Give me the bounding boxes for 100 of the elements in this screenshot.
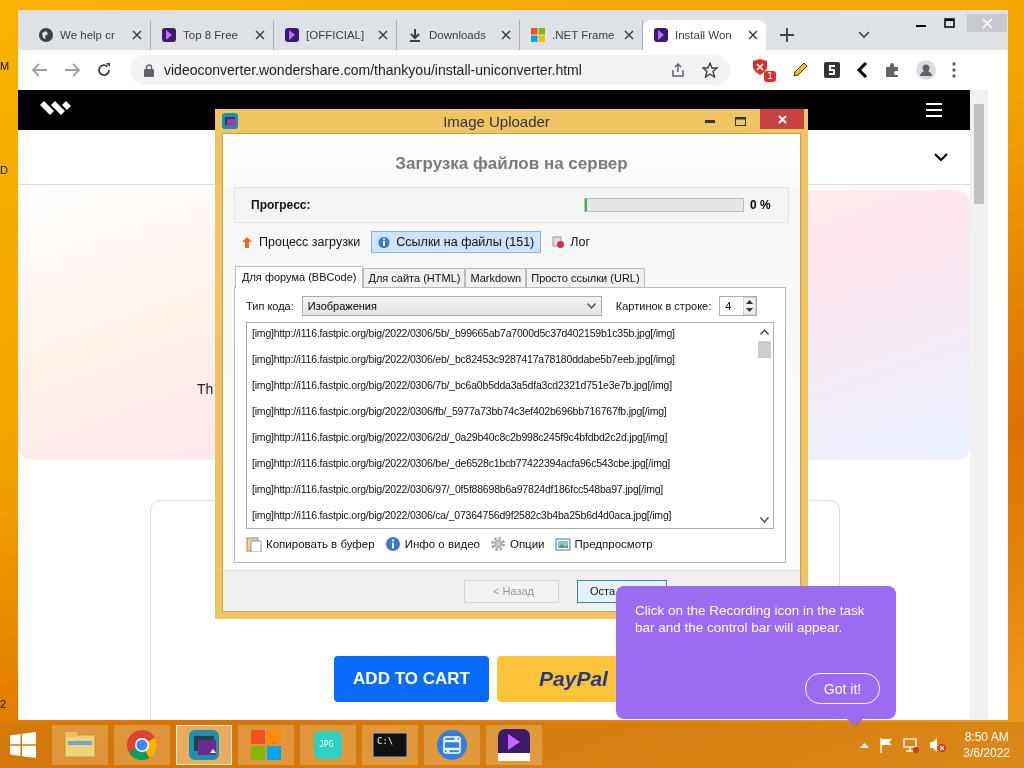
share-icon[interactable]: [670, 62, 686, 78]
dialog-heading: Загрузка файлов на сервер: [394, 153, 629, 175]
tab[interactable]: Просто ссылки (URL): [526, 268, 645, 287]
log-icon: [552, 235, 565, 249]
chrome-icon: [124, 727, 160, 763]
got-it-button[interactable]: Got it!: [805, 673, 880, 704]
menu-icon[interactable]: [926, 103, 942, 117]
minimize-icon[interactable]: [705, 119, 715, 123]
tooltip-text: Click on the Recording icon in the task bar and the control bar will appear.: [635, 602, 866, 636]
info-icon: [378, 235, 391, 249]
tab-title: Downloads: [429, 29, 487, 41]
close-icon: [777, 114, 787, 124]
clock-date: 3/6/2022: [963, 745, 1010, 761]
speaker-muted-icon[interactable]: [929, 737, 948, 753]
taskbar-button[interactable]: [486, 725, 542, 765]
app-icon: [222, 113, 238, 129]
profile-icon[interactable]: [916, 60, 936, 80]
maximize-icon[interactable]: [944, 18, 955, 28]
tab[interactable]: Markdown: [465, 268, 527, 287]
tab[interactable]: Для форума (BBCode): [235, 266, 364, 288]
maximize-icon[interactable]: [735, 116, 746, 126]
links-textbox[interactable]: [246, 322, 774, 529]
toolbar-button[interactable]: Опции: [489, 536, 545, 552]
flag-icon[interactable]: [879, 737, 894, 753]
toolbar-button[interactable]: Предпросмотр: [554, 536, 653, 552]
star-icon[interactable]: [702, 62, 718, 78]
picture-icon: [554, 536, 571, 552]
spin-arrows-icon: [743, 297, 757, 315]
close-icon[interactable]: [255, 30, 265, 40]
close-icon: [981, 17, 993, 29]
close-icon[interactable]: [132, 30, 142, 40]
link-line: [img]http://i116.fastpic.org/big/2022/0306/ca/_07364756d9f2582c3b4ba25b6d4d0aca.jpg[/img]: [252, 508, 673, 523]
converter-app-icon: [496, 727, 532, 763]
tiles-icon: [248, 727, 284, 763]
scroll-up-icon[interactable]: [760, 329, 769, 335]
globe-icon: [38, 27, 54, 43]
link-line: [img]http://i116.fastpic.org/big/2022/0306/7b/_bc6a0b5dda3a5dfa3cd2321d751e3e7b.jpg[/img]: [252, 378, 673, 393]
close-button[interactable]: [760, 109, 804, 129]
address-bar[interactable]: videoconverter.wondershare.com/thankyou/install-uniconverter.html: [130, 55, 730, 85]
desktop-icon-label[interactable]: D: [0, 164, 8, 176]
chevron-left-icon[interactable]: [856, 62, 868, 78]
taskbar-button[interactable]: C:\: [362, 725, 418, 765]
tab-title: Install Won: [675, 29, 733, 41]
toolbar-button[interactable]: Копировать в буфер: [246, 536, 375, 552]
network-icon[interactable]: [903, 737, 920, 753]
scrollbar-thumb[interactable]: [758, 341, 771, 358]
shield-extension-icon[interactable]: 1: [752, 58, 776, 82]
code-type-dropdown[interactable]: Изображения: [301, 296, 602, 316]
info-icon: [384, 536, 401, 552]
add-to-cart-button[interactable]: ADD TO CART: [334, 656, 489, 702]
s-logo-icon[interactable]: [824, 62, 840, 78]
icon-label: C:\: [377, 736, 394, 746]
close-icon[interactable]: [624, 30, 634, 40]
per-row-label: Картинок в строке:: [615, 300, 712, 312]
close-icon[interactable]: [501, 30, 511, 40]
windows-start-icon[interactable]: [10, 732, 36, 758]
tab-title: [OFFICIAL]: [306, 29, 366, 41]
window-title: Image Uploader: [442, 112, 551, 130]
notification-badge: 1: [764, 71, 776, 82]
link-line: [img]http://i116.fastpic.org/big/2022/0306/2d/_0a29b40c8c2b998c245f9c4bfdbd2c2d.jpg[/img]: [252, 430, 669, 445]
view-button[interactable]: Лог: [545, 231, 597, 253]
pencil-icon[interactable]: [792, 62, 808, 78]
app-icon: [186, 727, 222, 763]
desktop-icon-label[interactable]: 2: [0, 698, 7, 710]
close-icon[interactable]: [378, 30, 388, 40]
link-line: [img]http://i116.fastpic.org/big/2022/0306/eb/_bc82453c9287417a78180ddabe5b7eeb.jpg[/img]: [252, 352, 676, 367]
link-line: [img]http://i116.fastpic.org/big/2022/0306/97/_0f5f88698b6a97824df186fcc548ba97.jpg[/img]: [252, 482, 665, 497]
link-line: [img]http://i116.fastpic.org/big/2022/0306/fb/_5977a73bb74c3ef402b696bb716767fb.jpg[/img]: [252, 404, 668, 419]
chevron-down-icon[interactable]: [858, 31, 870, 39]
close-icon[interactable]: [748, 30, 758, 40]
download-icon: [407, 27, 423, 43]
tab[interactable]: Для сайта (HTML): [363, 268, 466, 287]
lock-icon: [144, 63, 154, 77]
back-arrow-icon[interactable]: [32, 63, 48, 77]
banner-text: Th: [197, 381, 214, 397]
tab-title: Top 8 Free: [183, 29, 239, 41]
windows-logo-icon: [530, 27, 546, 43]
caret-up-icon[interactable]: [860, 742, 870, 748]
forward-arrow-icon[interactable]: [64, 63, 80, 77]
taskbar-button[interactable]: [176, 725, 232, 765]
chevron-down-icon[interactable]: [934, 152, 948, 162]
tab-title: We help cr: [60, 29, 116, 41]
puzzle-icon[interactable]: [884, 62, 900, 78]
scrollbar[interactable]: [970, 90, 988, 720]
tab-title: .NET Frame: [552, 29, 616, 41]
scrollbar-thumb[interactable]: [974, 104, 984, 204]
progress-label: Прогресс:: [251, 198, 311, 212]
desktop-icon-label[interactable]: M: [0, 60, 10, 72]
scroll-down-icon[interactable]: [760, 517, 769, 523]
browser-tab[interactable]: Install Won: [643, 20, 766, 50]
toolbar-button[interactable]: Инфо о видео: [384, 536, 480, 552]
shield-icon: [752, 58, 768, 76]
view-button[interactable]: Ссылки на файлы (151): [371, 231, 542, 253]
plus-icon[interactable]: [780, 28, 794, 42]
view-button[interactable]: Процесс загрузки: [234, 231, 368, 253]
menu-dots-icon[interactable]: [952, 62, 956, 78]
per-row-spinner[interactable]: 4: [719, 296, 758, 316]
sync-icon: [434, 727, 470, 763]
link-line: [img]http://i116.fastpic.org/big/2022/0306/be/_de6528c1bcb77422394acfa96c543cbe.jpg[/img]: [252, 456, 672, 471]
reload-icon[interactable]: [96, 62, 112, 78]
